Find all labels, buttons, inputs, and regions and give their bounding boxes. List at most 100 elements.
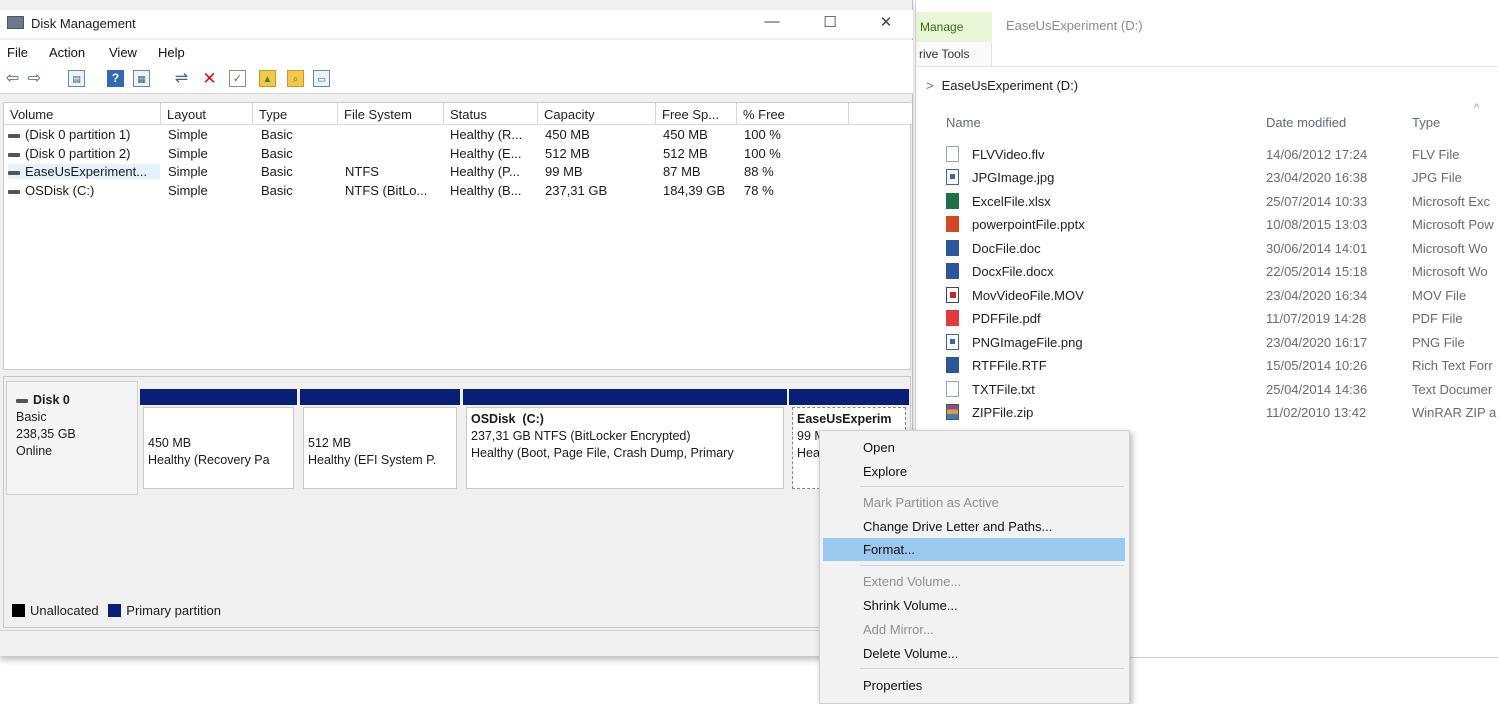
delete-icon[interactable]: ✕: [201, 70, 218, 87]
menu-view[interactable]: View: [109, 45, 137, 60]
column-capacity[interactable]: Capacity: [538, 103, 656, 125]
title-bar[interactable]: Disk Management — ☐ ✕: [0, 10, 913, 38]
menu-item-extend-volume: Extend Volume...: [863, 574, 962, 589]
disk-size: 238,35 GB: [16, 427, 76, 441]
column-type[interactable]: Type: [1412, 115, 1440, 130]
ribbon-tabs: Manage EaseUsExperiment (D:): [916, 12, 1498, 42]
file-date: 30/06/2014 14:01: [1266, 241, 1368, 256]
file-row[interactable]: PDFFile.pdf 11/07/2019 14:28 PDF File: [944, 308, 1498, 331]
toolbar: ⇦ ⇨ ▤ ? ▦ ⇌ ✕ ✓ ▲ ⌕ ▭: [0, 64, 913, 94]
disk-name: Disk 0: [33, 393, 70, 407]
volume-capacity: 512 MB: [545, 146, 590, 161]
file-name: DocFile.doc: [972, 241, 1041, 256]
powerpoint-icon: [946, 216, 959, 232]
volume-name: (Disk 0 partition 1): [25, 127, 131, 142]
menu-item-format[interactable]: Format...: [823, 538, 1125, 561]
window-title: Disk Management: [31, 16, 136, 31]
menu-item-open[interactable]: Open: [823, 436, 1125, 459]
connect-icon[interactable]: ⇌: [173, 70, 190, 87]
disk-0-label[interactable]: Disk 0 Basic 238,35 GB Online: [6, 381, 138, 495]
legend-unallocated: Unallocated: [30, 603, 99, 618]
volume-icon: [8, 170, 20, 175]
file-name: DocxFile.docx: [972, 264, 1054, 279]
tab-manage[interactable]: Manage: [916, 12, 992, 42]
column-volume[interactable]: Volume: [4, 103, 161, 125]
column-file-system[interactable]: File System: [338, 103, 444, 125]
video-icon: [946, 287, 959, 303]
menu-item-properties[interactable]: Properties: [823, 674, 1125, 697]
address-bar[interactable]: > EaseUsExperiment (D:): [926, 78, 1078, 93]
back-arrow-icon[interactable]: ⇦: [4, 70, 21, 87]
view-icon[interactable]: ▭: [313, 70, 330, 87]
menu-item-delete-volume[interactable]: Delete Volume...: [823, 642, 1125, 665]
file-row[interactable]: FLVVideo.flv 14/06/2012 17:24 FLV File: [944, 144, 1498, 167]
column-percent-free[interactable]: % Free: [737, 103, 849, 125]
menu-item-explore[interactable]: Explore: [823, 460, 1125, 483]
disk-management-app-icon: [7, 16, 24, 29]
file-date: 11/07/2019 14:28: [1266, 311, 1367, 326]
context-menu: Open Explore Mark Partition as Active Ch…: [819, 430, 1130, 704]
partition-body: 512 MB Healthy (EFI System P.: [303, 407, 457, 489]
file-row[interactable]: MovVideoFile.MOV 23/04/2020 16:34 MOV File: [944, 285, 1498, 308]
column-free-space[interactable]: Free Sp...: [656, 103, 737, 125]
file-row[interactable]: PNGImageFile.png 23/04/2020 16:17 PNG File: [944, 332, 1498, 355]
menu-item-change-drive-letter[interactable]: Change Drive Letter and Paths...: [823, 515, 1125, 538]
menu-separator: [860, 668, 1124, 669]
minimize-button[interactable]: —: [752, 13, 792, 35]
legend-primary: Primary partition: [126, 603, 221, 618]
file-type: PDF File: [1412, 311, 1463, 326]
refresh-icon[interactable]: ▦: [133, 70, 150, 87]
partition-efi[interactable]: 512 MB Healthy (EFI System P.: [300, 389, 460, 489]
folder-up-icon[interactable]: ▲: [259, 70, 276, 87]
file-name: FLVVideo.flv: [972, 147, 1045, 162]
file-row[interactable]: RTFFile.RTF 15/05/2014 10:26 Rich Text For…: [944, 355, 1498, 378]
archive-icon: [946, 404, 959, 420]
forward-arrow-icon[interactable]: ⇨: [26, 70, 43, 87]
volume-percent-free: 100 %: [744, 127, 781, 142]
file-type: PNG File: [1412, 335, 1465, 350]
menu-help[interactable]: Help: [158, 45, 185, 60]
file-row[interactable]: JPGImage.jpg 23/04/2020 16:38 JPG File: [944, 167, 1498, 190]
volume-free-space: 87 MB: [663, 164, 701, 179]
file-date: 23/04/2020 16:34: [1266, 288, 1368, 303]
column-layout[interactable]: Layout: [161, 103, 253, 125]
drive-tools-label[interactable]: rive Tools: [916, 42, 992, 66]
file-row[interactable]: DocxFile.docx 22/05/2014 15:18 Microsoft W…: [944, 261, 1498, 284]
file-row[interactable]: DocFile.doc 30/06/2014 14:01 Microsoft Wo: [944, 238, 1498, 261]
maximize-button[interactable]: ☐: [810, 13, 850, 35]
check-icon[interactable]: ✓: [229, 70, 246, 87]
disk-type: Basic: [16, 410, 47, 424]
folder-search-icon[interactable]: ⌕: [287, 70, 304, 87]
partition-recovery[interactable]: 450 MB Healthy (Recovery Pa: [140, 389, 297, 489]
column-type[interactable]: Type: [253, 103, 338, 125]
volume-percent-free: 88 %: [744, 164, 774, 179]
excel-icon: [946, 193, 959, 209]
menu-file[interactable]: File: [7, 45, 28, 60]
volume-capacity: 99 MB: [545, 164, 583, 179]
partition-title: [148, 418, 293, 435]
column-date-modified[interactable]: Date modified: [1266, 115, 1346, 130]
volume-capacity: 450 MB: [545, 127, 590, 142]
close-button[interactable]: ✕: [866, 13, 906, 35]
file-type: Rich Text Forr: [1412, 358, 1493, 373]
help-icon[interactable]: ?: [107, 70, 124, 87]
column-name[interactable]: Name: [946, 115, 981, 130]
partition-title: EaseUsExperim: [797, 412, 892, 426]
volume-layout: Simple: [168, 183, 208, 198]
file-date: 25/04/2014 14:36: [1266, 382, 1368, 397]
properties-icon[interactable]: ▤: [68, 70, 85, 87]
text-file-icon: [946, 381, 959, 397]
file-row[interactable]: powerpointFile.pptx 10/08/2015 13:03 Micro…: [944, 214, 1498, 237]
disk-graphical-view: Disk 0 Basic 238,35 GB Online 450 MB Hea…: [3, 376, 911, 628]
file-date: 25/07/2014 10:33: [1266, 194, 1368, 209]
ribbon-divider: [916, 66, 1498, 67]
partition-osdisk[interactable]: OSDisk (C:) 237,31 GB NTFS (BitLocker En…: [463, 389, 787, 489]
file-row[interactable]: ZIPFile.zip 11/02/2010 13:42 WinRAR ZIP a: [944, 402, 1498, 425]
menu-item-shrink-volume[interactable]: Shrink Volume...: [823, 594, 1125, 617]
column-status[interactable]: Status: [444, 103, 538, 125]
disk-management-window: Disk Management — ☐ ✕ File Action View H…: [0, 0, 913, 656]
volume-file-system: NTFS: [345, 164, 379, 179]
file-row[interactable]: TXTFile.txt 25/04/2014 14:36 Text Documer: [944, 379, 1498, 402]
menu-action[interactable]: Action: [49, 45, 85, 60]
file-row[interactable]: ExcelFile.xlsx 25/07/2014 10:33 Microsoft …: [944, 191, 1498, 214]
